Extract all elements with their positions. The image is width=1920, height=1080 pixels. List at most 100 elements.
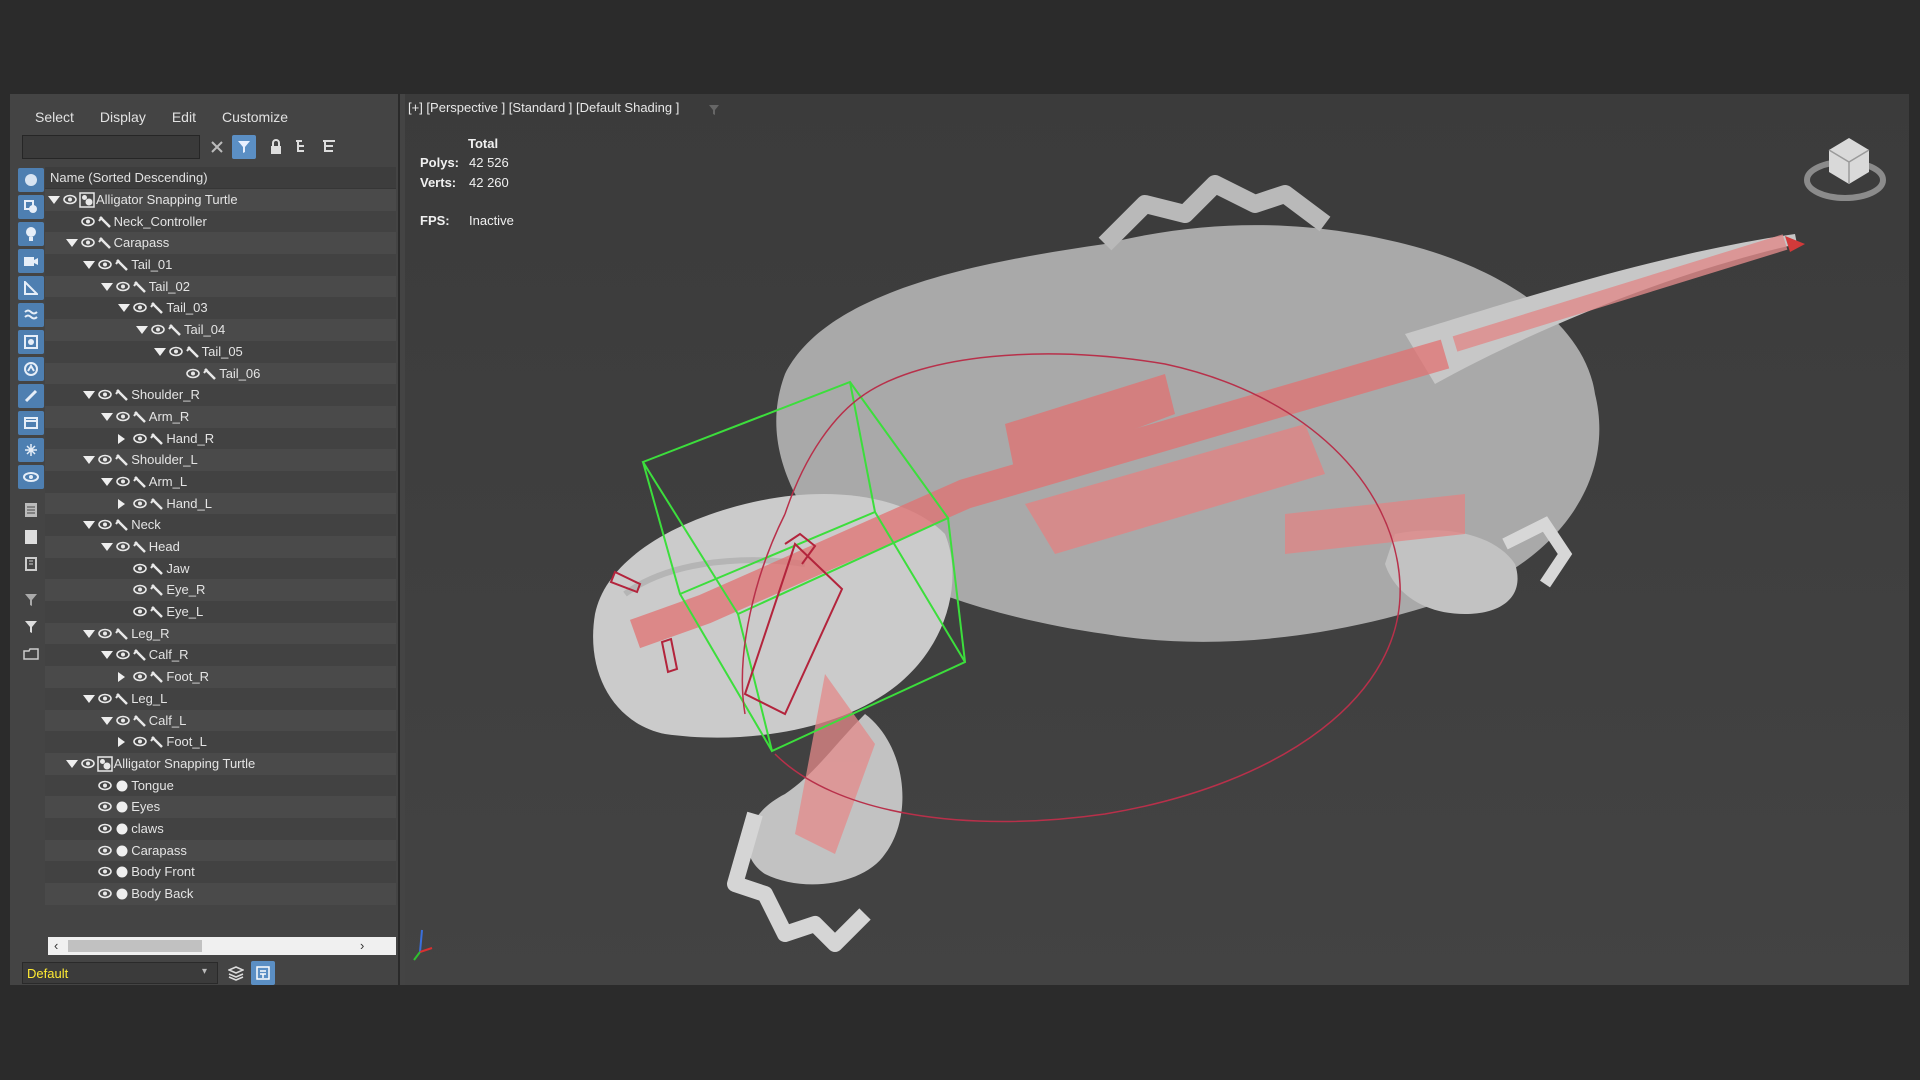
bookmark-button[interactable] [18,642,44,666]
eye-icon[interactable] [133,671,148,682]
tree-row[interactable]: Hand_R [45,427,396,450]
filter-xrefs-button[interactable] [18,357,44,381]
eye-icon[interactable] [98,780,112,791]
hierarchy-button[interactable] [290,135,314,159]
tree-row[interactable]: Tail_06 [45,362,396,385]
tree-row[interactable]: Neck_Controller [45,210,396,233]
filter-cameras-button[interactable] [18,249,44,273]
tree-row[interactable]: Shoulder_R [45,384,396,406]
tree-row[interactable]: Foot_L [45,731,396,753]
chevron-down-icon[interactable] [83,629,96,638]
scroll-right-icon[interactable]: › [360,938,364,953]
filter-lights-button[interactable] [18,222,44,246]
filter-hidden-button[interactable] [18,465,44,489]
tree-row[interactable]: Eye_L [45,601,396,623]
eye-icon[interactable] [98,389,112,400]
eye-icon[interactable] [115,476,130,487]
eye-icon[interactable] [98,888,112,899]
eye-icon[interactable] [98,628,112,639]
eye-icon[interactable] [63,194,77,205]
chevron-right-icon[interactable] [118,433,126,444]
chevron-down-icon[interactable] [100,282,113,291]
scroll-left-icon[interactable]: ‹ [54,938,58,953]
chevron-right-icon[interactable] [118,672,126,683]
search-input[interactable] [22,135,200,159]
chevron-down-icon[interactable] [118,304,131,313]
tree-row[interactable]: Tail_02 [45,275,396,298]
chevron-down-icon[interactable] [83,521,96,530]
tree-row[interactable]: Neck [45,514,396,536]
filter-funnel-button[interactable] [18,588,44,612]
tree-row[interactable]: Carapass [45,839,396,862]
eye-icon[interactable] [133,584,148,595]
eye-icon[interactable] [98,519,112,530]
tree-row[interactable]: Head [45,536,396,558]
layer-hierarchy-button[interactable] [317,135,341,159]
eye-icon[interactable] [98,845,112,856]
eye-icon[interactable] [133,736,148,747]
chevron-down-icon[interactable] [100,412,113,421]
eye-icon[interactable] [168,346,183,357]
tree-row[interactable]: Carapass [45,232,396,255]
eye-icon[interactable] [80,237,95,248]
tree-row[interactable]: Tail_01 [45,254,396,276]
tree-row[interactable]: Hand_L [45,492,396,515]
scrollbar-thumb[interactable] [68,940,202,952]
turtle-model[interactable] [405,94,1909,985]
display-children-button[interactable] [18,498,44,522]
filter-geometry-button[interactable] [18,168,44,192]
chevron-down-icon[interactable]: ▾ [202,966,207,977]
chevron-down-icon[interactable] [153,347,166,356]
chevron-down-icon[interactable] [100,716,113,725]
chevron-down-icon[interactable] [100,651,113,660]
eye-icon[interactable] [80,758,95,769]
filter-shapes-button[interactable] [18,195,44,219]
eye-icon[interactable] [133,302,148,313]
eye-icon[interactable] [115,281,130,292]
menu-select[interactable]: Select [35,109,74,125]
eye-icon[interactable] [133,563,148,574]
filter-groups-button[interactable] [18,330,44,354]
tree-row[interactable]: Leg_R [45,622,396,645]
eye-icon[interactable] [115,411,130,422]
tree-row[interactable]: claws [45,817,396,840]
eye-icon[interactable] [133,606,148,617]
tree-row[interactable]: Tongue [45,774,396,797]
display-all-button[interactable] [18,525,44,549]
tree-row[interactable]: Foot_R [45,666,396,688]
tree-row[interactable]: Calf_R [45,644,396,667]
menu-customize[interactable]: Customize [222,109,288,125]
eye-icon[interactable] [98,454,112,465]
tree-row[interactable]: Tail_03 [45,297,396,320]
tree-column-header[interactable]: Name (Sorted Descending) [45,167,396,189]
tree-row[interactable]: Eye_R [45,579,396,602]
tree-row[interactable]: Alligator Snapping Turtle [45,752,396,775]
view-cube[interactable] [1799,130,1891,210]
chevron-down-icon[interactable] [83,456,96,465]
filter-selection-button[interactable] [18,615,44,639]
eye-icon[interactable] [98,259,112,270]
eye-icon[interactable] [98,801,112,812]
chevron-right-icon[interactable] [118,498,126,509]
filter-frozen-button[interactable] [18,438,44,462]
tree-row[interactable]: Arm_L [45,470,396,493]
eye-icon[interactable] [80,216,95,227]
eye-icon[interactable] [115,649,130,660]
chevron-down-icon[interactable] [65,759,78,768]
chevron-right-icon[interactable] [118,737,126,748]
lock-button[interactable] [264,135,288,159]
eye-icon[interactable] [115,541,130,552]
eye-icon[interactable] [115,715,130,726]
tree-row[interactable]: Alligator Snapping Turtle [45,189,396,211]
chevron-down-icon[interactable] [65,239,78,248]
chevron-down-icon[interactable] [136,326,148,335]
menu-display[interactable]: Display [100,109,146,125]
filter-containers-button[interactable] [18,411,44,435]
scene-explorer-toggle-button[interactable] [251,961,275,985]
chevron-down-icon[interactable] [83,391,96,400]
tree-row[interactable]: Shoulder_L [45,449,396,471]
filter-helpers-button[interactable] [18,276,44,300]
tree-row[interactable]: Eyes [45,796,396,818]
eye-icon[interactable] [133,433,148,444]
clear-search-button[interactable] [205,135,229,159]
